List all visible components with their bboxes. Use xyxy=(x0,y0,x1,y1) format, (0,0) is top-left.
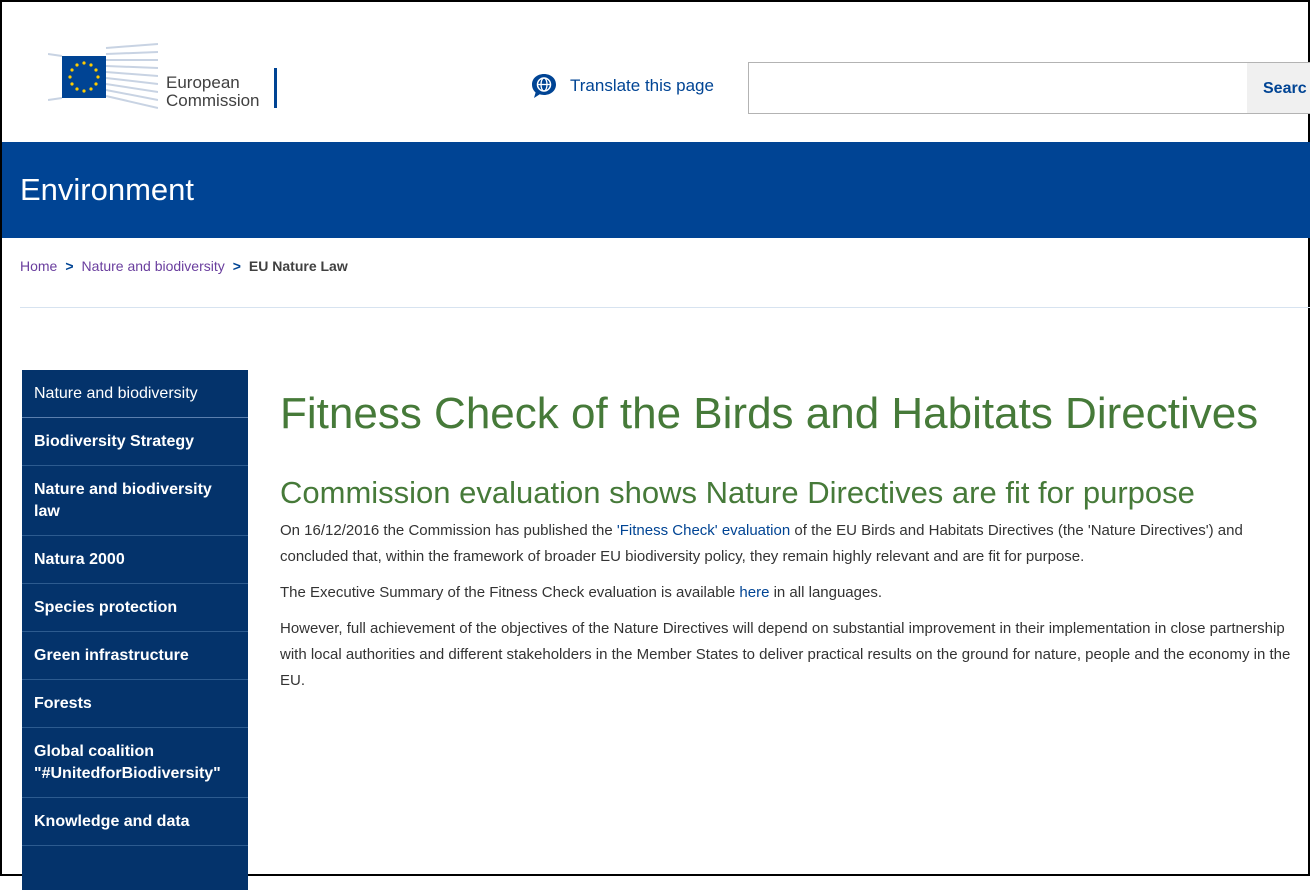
search-input[interactable] xyxy=(748,62,1248,114)
breadcrumb-divider xyxy=(20,307,1310,308)
sidebar-item-biodiversity-strategy[interactable]: Biodiversity Strategy xyxy=(22,418,248,466)
fitness-check-evaluation-link[interactable]: 'Fitness Check' evaluation xyxy=(617,522,790,539)
sidebar-item-nature-and-biodiversity-law[interactable]: Nature and biodiversity law xyxy=(22,466,248,536)
eu-flag-icon xyxy=(48,43,158,109)
logo-line-2: Commission xyxy=(166,91,260,110)
european-commission-logo[interactable]: European Commission xyxy=(48,42,288,114)
speech-bubble-globe-icon xyxy=(532,74,556,98)
breadcrumb: Home > Nature and biodiversity > EU Natu… xyxy=(20,258,348,274)
main-content: Fitness Check of the Birds and Habitats … xyxy=(280,372,1310,704)
sidebar-item-species-protection[interactable]: Species protection xyxy=(22,584,248,632)
paragraph-implementation: However, full achievement of the objecti… xyxy=(280,620,1291,689)
breadcrumb-home-link[interactable]: Home xyxy=(20,258,57,274)
paragraph-text: The Executive Summary of the Fitness Che… xyxy=(280,584,740,601)
chevron-right-icon: > xyxy=(65,258,74,274)
executive-summary-here-link[interactable]: here xyxy=(739,584,769,601)
logo-divider xyxy=(274,68,277,108)
breadcrumb-nature-link[interactable]: Nature and biodiversity xyxy=(82,258,225,274)
sidebar-item-knowledge-and-data[interactable]: Knowledge and data xyxy=(22,798,248,846)
section-heading: Commission evaluation shows Nature Direc… xyxy=(280,475,1195,510)
sidebar-item-natura-2000[interactable]: Natura 2000 xyxy=(22,536,248,584)
sidebar-item-forests[interactable]: Forests xyxy=(22,680,248,728)
paragraph-text: On 16/12/2016 the Commission has publish… xyxy=(280,522,617,539)
search-button[interactable]: Searc xyxy=(1247,62,1310,114)
sidebar-nav: Nature and biodiversity Biodiversity Str… xyxy=(22,370,248,890)
translate-label: Translate this page xyxy=(570,76,714,95)
sidebar-item-green-infrastructure[interactable]: Green infrastructure xyxy=(22,632,248,680)
page-title: Fitness Check of the Birds and Habitats … xyxy=(280,389,1259,438)
chevron-right-icon: > xyxy=(232,258,241,274)
sidebar-item-nature-and-biodiversity[interactable]: Nature and biodiversity xyxy=(22,370,248,418)
paragraph-intro: On 16/12/2016 the Commission has publish… xyxy=(280,518,1310,570)
paragraph-text: in all languages. xyxy=(769,584,883,601)
paragraph-executive-summary: The Executive Summary of the Fitness Che… xyxy=(280,580,1310,606)
site-title[interactable]: Environment xyxy=(20,172,194,208)
site-header: European Commission Translate this page … xyxy=(2,2,1310,142)
site-title-band: Environment xyxy=(2,142,1310,238)
sidebar-item-global-coalition[interactable]: Global coalition "#UnitedforBiodiversity… xyxy=(22,728,248,798)
logo-line-1: European xyxy=(166,73,240,92)
logo-text: European Commission xyxy=(166,74,260,110)
translate-page-button[interactable]: Translate this page xyxy=(530,72,714,100)
breadcrumb-current: EU Nature Law xyxy=(248,258,348,274)
